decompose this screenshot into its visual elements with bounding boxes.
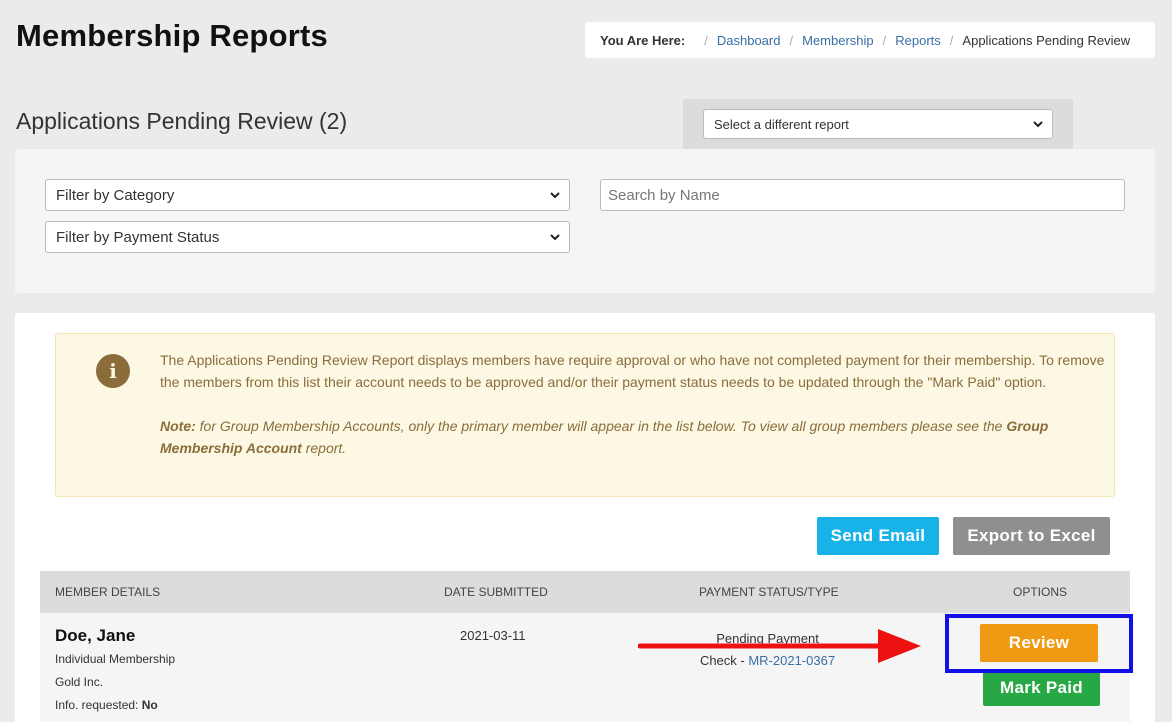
table-header: Member Details Date Submitted Payment St… — [40, 571, 1130, 613]
breadcrumb-separator: / — [789, 32, 794, 48]
breadcrumb-current: Applications Pending Review — [962, 32, 1131, 48]
category-filter-select[interactable]: Filter by Category — [45, 179, 570, 211]
mark-paid-button[interactable]: Mark Paid — [983, 669, 1100, 706]
chevron-down-icon — [550, 234, 560, 241]
info-note-text: for Group Membership Accounts, only the … — [195, 418, 1007, 434]
report-select[interactable]: Select a different report — [703, 109, 1053, 139]
column-header-payment-status: Payment Status/Type — [699, 585, 839, 599]
breadcrumb-link-membership[interactable]: Membership — [802, 33, 874, 48]
info-description: The Applications Pending Review Report d… — [160, 352, 1105, 390]
annotation-arrow-icon — [638, 629, 921, 663]
breadcrumb-label: You Are Here: — [600, 32, 686, 48]
membership-type: Individual Membership — [55, 652, 176, 666]
member-name: Doe, Jane — [55, 626, 136, 645]
filter-panel: Filter by Category Filter by Payment Sta… — [15, 149, 1155, 293]
chevron-down-icon — [1033, 121, 1043, 128]
report-select-value: Select a different report — [714, 116, 849, 132]
annotation-highlight-box — [945, 614, 1133, 673]
payment-status-filter-select[interactable]: Filter by Payment Status — [45, 221, 570, 253]
date-submitted: 2021-03-11 — [460, 628, 526, 643]
report-title: Applications Pending Review (2) — [16, 108, 348, 134]
info-note-end: report. — [301, 440, 347, 456]
breadcrumb-separator: / — [704, 32, 708, 48]
info-requested: Info. requested: No — [55, 698, 158, 712]
breadcrumb-separator: / — [949, 32, 954, 48]
info-note: Note: for Group Membership Accounts, onl… — [160, 415, 1105, 459]
info-requested-label: Info. requested: — [55, 698, 139, 712]
breadcrumb-separator: / — [882, 32, 887, 48]
report-select-container: Select a different report — [683, 99, 1073, 151]
column-header-options: Options — [1013, 585, 1068, 599]
member-company: Gold Inc. — [55, 675, 104, 689]
payment-status-filter-value: Filter by Payment Status — [56, 228, 220, 246]
info-alert: i The Applications Pending Review Report… — [55, 333, 1115, 497]
chevron-down-icon — [550, 192, 560, 199]
info-requested-value: No — [141, 698, 158, 712]
breadcrumb-link-dashboard[interactable]: Dashboard — [717, 33, 781, 48]
send-email-button[interactable]: Send Email — [817, 517, 939, 555]
breadcrumb: You Are Here: / Dashboard / Membership /… — [585, 22, 1155, 58]
export-to-excel-button[interactable]: Export to Excel — [953, 517, 1110, 555]
column-header-date-submitted: Date Submitted — [444, 585, 548, 599]
search-by-name-input[interactable] — [600, 179, 1125, 211]
info-note-label: Note: — [160, 418, 196, 434]
column-header-member-details: Member Details — [55, 585, 161, 599]
category-filter-value: Filter by Category — [56, 186, 175, 204]
page-title: Membership Reports — [16, 18, 328, 53]
info-icon: i — [96, 354, 130, 388]
breadcrumb-link-reports[interactable]: Reports — [895, 33, 941, 48]
info-text: The Applications Pending Review Report d… — [160, 349, 1105, 459]
